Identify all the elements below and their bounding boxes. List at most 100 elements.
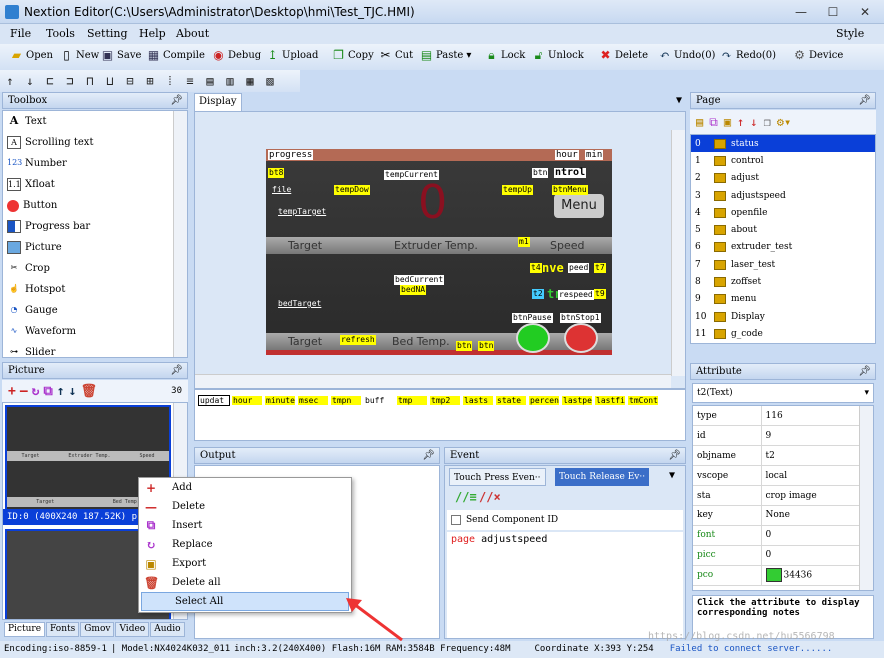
toolbox-item-waveform[interactable]: ∿ Waveform — [3, 321, 187, 342]
ctx-add[interactable]: + Add — [139, 478, 351, 497]
lbl-file[interactable]: file — [272, 185, 291, 195]
page-item-Display[interactable]: 10 Display — [691, 308, 875, 325]
lbl-tempcurrent[interactable]: tempCurrent — [384, 170, 439, 180]
send-id-checkbox[interactable] — [451, 515, 461, 525]
lbl-m1[interactable]: m1 — [518, 237, 530, 247]
import-page-icon[interactable]: ▣ — [724, 115, 731, 129]
variable-item[interactable]: tmpn — [331, 396, 361, 405]
grid-icon[interactable]: ▦ — [240, 70, 260, 92]
variable-item[interactable]: buff — [364, 396, 394, 405]
align-bottom-icon[interactable]: ↓ — [20, 70, 40, 92]
lbl-tempup[interactable]: tempUp — [502, 185, 533, 195]
maximize-button[interactable]: ☐ — [822, 3, 844, 21]
lbl-tempdown[interactable]: tempDow — [334, 185, 370, 195]
align-hcenter-icon[interactable]: ⊓ — [80, 70, 100, 92]
variable-item[interactable]: percen — [529, 396, 559, 405]
toolbox-item-scrolling-text[interactable]: A Scrolling text — [3, 132, 187, 153]
page-item-status[interactable]: 0 status — [691, 135, 875, 153]
page-item-openfile[interactable]: 4 openfile — [691, 204, 875, 221]
toolbox-item-progress-bar[interactable]: Progress bar — [3, 216, 187, 237]
page-item-extruder_test[interactable]: 6 extruder_test — [691, 239, 875, 256]
lbl-btn3[interactable]: btn — [478, 341, 495, 351]
pin-icon[interactable]: 📌︎ — [858, 93, 871, 108]
variable-item[interactable]: state — [496, 396, 526, 405]
attribute-row[interactable]: vscope local — [693, 465, 861, 487]
tab-gmov[interactable]: Gmov — [80, 622, 115, 637]
open-button[interactable]: ▰ Open — [10, 49, 53, 62]
attribute-value[interactable]: t2 — [761, 445, 861, 467]
snap-icon[interactable]: ▧ — [260, 70, 280, 92]
upload-button[interactable]: ↥ Upload — [266, 49, 318, 62]
space-v-icon[interactable]: ≡ — [180, 70, 200, 92]
lbl-bt8[interactable]: bt8 — [268, 168, 285, 178]
attribute-row[interactable]: sta crop image — [693, 485, 861, 506]
variable-item[interactable]: lastfi — [595, 396, 625, 405]
attribute-value[interactable]: 116 — [761, 406, 861, 427]
code-editor[interactable]: page adjustspeed — [447, 532, 683, 638]
variable-item[interactable]: minute — [265, 396, 295, 405]
pin-icon[interactable]: 📌︎ — [858, 364, 871, 379]
debug-button[interactable]: ◉ Debug — [212, 49, 261, 62]
lbl-btnmenu[interactable]: btnMenu — [552, 185, 588, 195]
attribute-row[interactable]: type 116 — [693, 406, 861, 427]
same-width-icon[interactable]: ⊟ — [120, 70, 140, 92]
redo-button[interactable]: ↷ Redo(0) — [720, 49, 776, 62]
same-height-icon[interactable]: ⊞ — [140, 70, 160, 92]
menu-style[interactable]: Style — [836, 27, 864, 40]
remove-icon[interactable]: — — [20, 384, 28, 399]
variable-item[interactable]: updat — [198, 395, 230, 406]
copy-button[interactable]: ❐ Copy — [332, 49, 374, 62]
toolbox-item-gauge[interactable]: ◔ Gauge — [3, 300, 187, 321]
toolbox-item-button[interactable]: Button — [3, 195, 187, 216]
lbl-speedtxt[interactable]: peed — [568, 263, 590, 273]
lbl-refresh[interactable]: refresh — [340, 335, 376, 345]
pin-icon[interactable]: 📌︎ — [170, 363, 183, 378]
minimize-button[interactable]: — — [790, 3, 812, 21]
move-up-icon[interactable]: ↑ — [737, 115, 744, 129]
ctx-replace[interactable]: ↻ Replace — [139, 535, 351, 554]
paste-dropdown-icon[interactable]: ▾ — [466, 50, 471, 61]
variable-item[interactable]: tmp — [397, 396, 427, 405]
attribute-row[interactable]: font 0 — [693, 525, 861, 546]
attribute-value[interactable]: 34436 — [761, 565, 861, 586]
toolbox-item-xfloat[interactable]: 1.1 Xfloat — [3, 174, 187, 195]
variable-item[interactable]: tmp2 — [430, 396, 460, 405]
move-down-icon[interactable]: ↓ — [750, 115, 757, 129]
page-item-g_code[interactable]: 11 g_code — [691, 325, 875, 342]
move-up-icon[interactable]: ↑ — [57, 384, 65, 399]
tab-picture[interactable]: Picture — [4, 622, 46, 637]
align-vcenter-icon[interactable]: ⊔ — [100, 70, 120, 92]
ctx-insert[interactable]: ⧉ Insert — [139, 516, 351, 535]
menu-file[interactable]: File — [10, 27, 31, 40]
attribute-value[interactable]: None — [761, 505, 861, 526]
menu-setting[interactable]: Setting — [87, 27, 128, 40]
tab-display[interactable]: Display — [194, 93, 242, 111]
attribute-select[interactable]: t2(Text) ▾ — [692, 383, 874, 403]
pin-icon[interactable]: 📌︎ — [170, 93, 183, 108]
uncomment-icon[interactable]: //× — [479, 490, 501, 504]
delete-button[interactable]: ✖ Delete — [599, 49, 648, 62]
lock-button[interactable]: 🔒︎ Lock — [485, 49, 525, 62]
menu-tools[interactable]: Tools — [46, 27, 75, 40]
attribute-row[interactable]: picc 0 — [693, 545, 861, 566]
lbl-t9[interactable]: t9 — [594, 289, 606, 299]
lbl-control[interactable]: ntrol — [554, 168, 587, 178]
attribute-value[interactable]: 0 — [761, 545, 861, 566]
canvas-hscrollbar[interactable] — [195, 374, 671, 388]
toolbox-item-crop[interactable]: ✂ Crop — [3, 258, 187, 279]
page-item-laser_test[interactable]: 7 laser_test — [691, 256, 875, 273]
toolbox-item-text[interactable]: A Text — [3, 111, 187, 132]
menu-about[interactable]: About — [176, 27, 209, 40]
undo-button[interactable]: ↶ Undo(0) — [658, 49, 715, 62]
page-item-about[interactable]: 5 about — [691, 221, 875, 238]
align-right-icon[interactable]: ⊐ — [60, 70, 80, 92]
copy-page-icon[interactable]: ❐ — [764, 115, 771, 129]
save-button[interactable]: ▣ Save — [101, 49, 142, 62]
toolbox-item-number[interactable]: 123 Number — [3, 153, 187, 174]
toolbox-scrollbar[interactable] — [173, 111, 187, 357]
toolbox-item-hotspot[interactable]: ☝ Hotspot — [3, 279, 187, 300]
tab-touch-release[interactable]: Touch Release Ev·· — [555, 468, 650, 486]
lbl-bedna[interactable]: bedNA — [400, 285, 427, 295]
variable-item[interactable]: lastpe — [562, 396, 592, 405]
comment-icon[interactable]: //≡ — [455, 490, 477, 504]
